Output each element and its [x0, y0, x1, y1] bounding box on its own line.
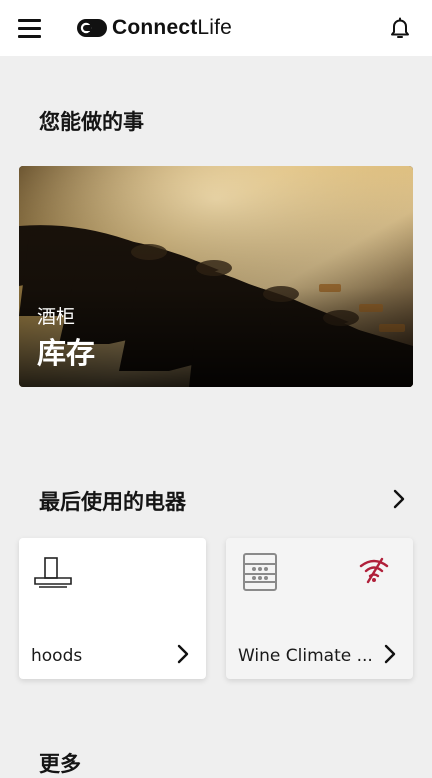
- recent-appliances-title: 最后使用的电器: [39, 490, 186, 514]
- chevron-right-icon[interactable]: [176, 644, 190, 664]
- device-name: Wine Climate ...: [238, 646, 373, 666]
- device-name: hoods: [31, 646, 83, 666]
- chevron-right-icon[interactable]: [392, 489, 406, 509]
- menu-icon[interactable]: [18, 18, 42, 38]
- device-card-wine-climate[interactable]: Wine Climate ...: [226, 538, 413, 679]
- things-you-can-do-title: 您能做的事: [39, 110, 144, 134]
- top-app-bar: ConnectLife: [0, 0, 432, 56]
- hero-title: 库存: [37, 336, 96, 370]
- notification-bell-icon[interactable]: [388, 16, 412, 40]
- range-hood-icon: [34, 557, 72, 588]
- connectlife-logo-mark-icon: [77, 19, 107, 37]
- connectlife-logo: ConnectLife: [76, 14, 232, 42]
- chevron-right-icon[interactable]: [383, 644, 397, 664]
- logo-text: ConnectLife: [112, 16, 233, 39]
- device-card-hoods[interactable]: hoods: [19, 538, 206, 679]
- wine-cabinet-icon: [243, 553, 277, 591]
- wifi-off-icon: [359, 557, 389, 584]
- wine-inventory-card[interactable]: 酒柜 库存: [19, 166, 413, 387]
- hero-subtitle: 酒柜: [37, 306, 76, 328]
- more-section-title: 更多: [39, 752, 81, 776]
